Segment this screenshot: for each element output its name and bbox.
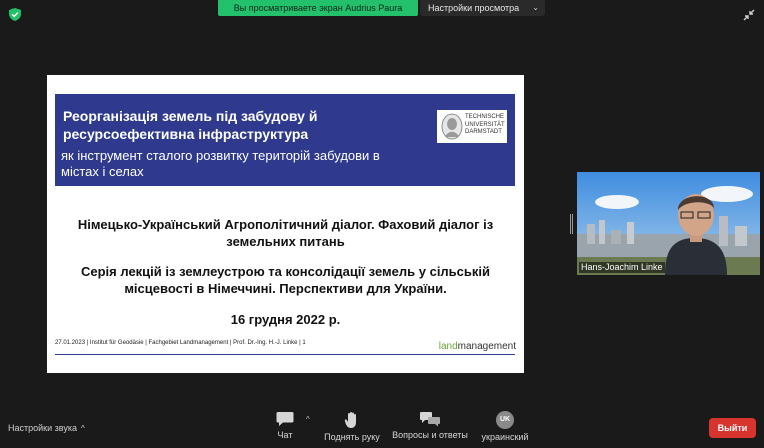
leave-button[interactable]: Выйти (709, 418, 756, 438)
chevron-down-icon: ⌄ (532, 3, 539, 12)
view-settings-label: Настройки просмотра (428, 3, 520, 13)
exit-fullscreen-icon[interactable] (742, 8, 756, 22)
qa-bubbles-icon (420, 412, 440, 427)
chevron-up-icon: ^ (80, 424, 85, 433)
slide-footer: 27.01.2023 | Institut für Geodäsie | Fac… (55, 340, 306, 346)
chat-label: Чат (277, 430, 293, 440)
participant-video-tile[interactable]: Hans-Joachim Linke (577, 172, 760, 275)
slide-line-dialogue: Німецько-Український Агрополітичний діал… (77, 217, 494, 249)
university-seal-icon (441, 113, 463, 140)
language-badge-icon: UK (496, 411, 514, 429)
view-settings-dropdown[interactable]: Настройки просмотра ⌄ (420, 0, 545, 16)
raise-hand-label: Поднять руку (324, 432, 380, 442)
slide-title: Реорганізація земель під забудову й ресу… (63, 108, 318, 142)
shield-check-icon[interactable] (9, 8, 21, 21)
slide-header: Реорганізація земель під забудову й ресу… (55, 94, 515, 186)
chat-button[interactable]: Чат (272, 411, 298, 440)
interpretation-button[interactable]: UK украинский (478, 411, 532, 442)
footer-divider (55, 354, 515, 355)
participant-name: Hans-Joachim Linke (579, 262, 665, 273)
landmanagement-logo: landmanagement (438, 341, 516, 352)
raise-hand-icon (344, 412, 356, 428)
slide-date: 16 грудня 2022 р. (230, 312, 341, 327)
audio-settings-label: Настройки звука (8, 423, 77, 433)
panel-resize-handle[interactable] (570, 214, 574, 234)
tu-logo-text: TECHNISCHE UNIVERSITÄT DARMSTADT (465, 114, 505, 135)
raise-hand-button[interactable]: Поднять руку (322, 411, 382, 442)
slide-line-lectures: Серія лекцій із землеустрою та консоліда… (80, 264, 491, 296)
qa-button[interactable]: Вопросы и ответы (390, 411, 470, 440)
chat-bubble-icon (276, 412, 294, 426)
slide-subtitle: як інструмент сталого розвитку територій… (61, 148, 380, 179)
interpretation-label: украинский (481, 432, 529, 442)
screen-share-banner: Вы просматриваете экран Audrius Paura (218, 0, 418, 16)
shared-screen-slide: Реорганізація земель під забудову й ресу… (47, 75, 524, 373)
chevron-up-icon[interactable]: ^ (306, 415, 310, 424)
tu-darmstadt-logo: TECHNISCHE UNIVERSITÄT DARMSTADT (437, 110, 507, 143)
participant-video-image (577, 172, 760, 275)
qa-label: Вопросы и ответы (392, 430, 468, 440)
audio-settings-button[interactable]: Настройки звука ^ (8, 423, 85, 433)
